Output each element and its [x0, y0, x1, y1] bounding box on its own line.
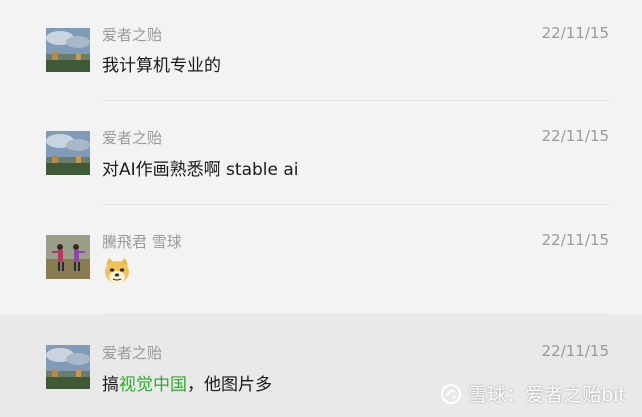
message-text: 搞视觉中国，他图片多: [102, 370, 272, 395]
sender-name[interactable]: 爱者之贻: [102, 127, 162, 148]
avatar[interactable]: [46, 345, 90, 389]
comment-item[interactable]: 騰飛君 雪球 22/11/15: [0, 205, 642, 315]
watermark: 雪球：爱者之贻bit: [440, 380, 626, 407]
timestamp: 22/11/15: [541, 127, 609, 145]
comment-item[interactable]: 爱者之贻 22/11/15 对AI作画熟悉啊 stable ai: [0, 101, 642, 204]
avatar[interactable]: [46, 235, 90, 279]
doge-emoji-icon: [105, 258, 129, 283]
landscape-avatar-icon: [46, 345, 90, 389]
timestamp: 22/11/15: [541, 231, 609, 249]
message-text: 我计算机专业的: [102, 56, 221, 76]
dancers-avatar-icon: [46, 235, 90, 279]
topic-link[interactable]: 视觉中国: [119, 375, 187, 395]
landscape-avatar-icon: [46, 131, 90, 175]
sender-name[interactable]: 爱者之贻: [102, 342, 162, 363]
xueqiu-logo-icon: [441, 383, 462, 404]
message-emoji: [102, 256, 132, 291]
watermark-text: 雪球：爱者之贻bit: [468, 384, 626, 406]
avatar[interactable]: [46, 131, 90, 175]
sender-name[interactable]: 騰飛君 雪球: [102, 231, 182, 252]
message-text-prefix: 搞: [102, 375, 119, 395]
avatar[interactable]: [46, 28, 90, 72]
message-text: 对AI作画熟悉啊 stable ai: [102, 160, 299, 180]
timestamp: 22/11/15: [541, 24, 609, 42]
landscape-avatar-icon: [46, 28, 90, 72]
sender-name[interactable]: 爱者之贻: [102, 24, 162, 45]
message-text-suffix: ，他图片多: [187, 375, 272, 395]
comment-item[interactable]: 爱者之贻 22/11/15 我计算机专业的: [0, 0, 642, 100]
timestamp: 22/11/15: [541, 342, 609, 360]
